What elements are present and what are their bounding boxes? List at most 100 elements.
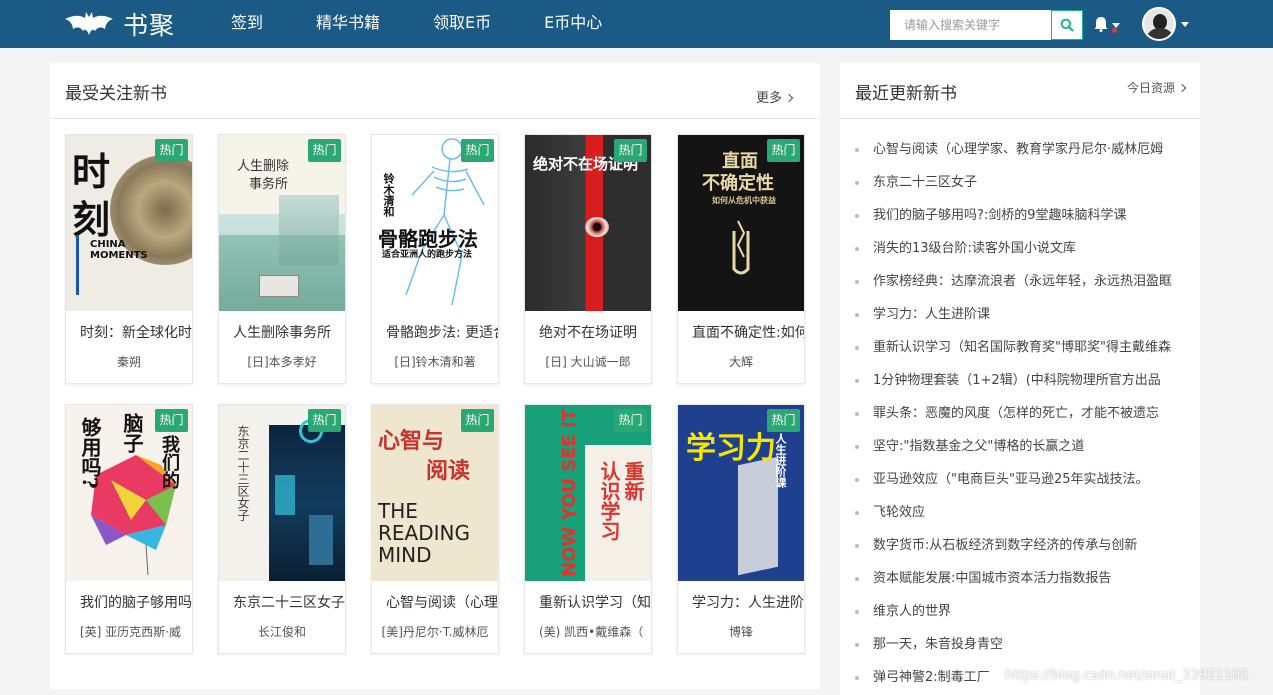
cover-text: NOW YOU SEE IT	[559, 409, 580, 577]
book-card[interactable]: 绝对不在场证明 热门 绝对不在场证明 [日] 大山诚一郎	[524, 134, 652, 384]
panel-title: 最受关注新书	[65, 84, 167, 104]
cover-text: 铃木清和	[382, 173, 395, 217]
book-card[interactable]: 够用吗? 脑子 我们的 热门 我们的脑子够用吗? [英] 亚历克西斯·威	[65, 404, 193, 654]
cover-text: THE	[378, 499, 418, 523]
watermark: https://blog.csdn.net/sinat_33921105	[1005, 668, 1249, 683]
cover-text: MIND	[378, 543, 432, 567]
hot-badge: 热门	[155, 139, 188, 162]
search-icon	[1060, 18, 1074, 32]
book-title: 人生删除事务所	[233, 325, 331, 341]
book-author: [美]丹尼尔·T.威林厄	[381, 625, 489, 639]
more-link[interactable]: 更多	[755, 87, 794, 106]
list-item[interactable]: 罪头条：恶魔的风度（怎样的死亡，才能不被遗忘	[855, 397, 1185, 430]
list-item[interactable]: 资本赋能发展:中国城市资本活力指数报告	[855, 562, 1185, 595]
top-navbar: 书聚 签到 精华书籍 领取E币 E币中心	[0, 0, 1273, 48]
book-card[interactable]: 东京二十三区女子 热门 东京二十三区女子 长江俊和	[218, 404, 346, 654]
list-item[interactable]: 作家榜经典：达摩流浪者（永远年轻，永远热泪盈眶	[855, 265, 1185, 298]
user-menu[interactable]	[1142, 7, 1189, 41]
hot-badge: 热门	[461, 409, 494, 432]
search-box	[890, 10, 1083, 40]
list-item[interactable]: 学习力：人生进阶课	[855, 298, 1185, 331]
book-title: 学习力：人生进阶课	[692, 595, 804, 611]
book-author: 博锋	[728, 625, 753, 639]
bat-logo-icon	[65, 12, 113, 35]
list-item[interactable]: 我们的脑子够用吗?:剑桥的9堂趣味脑科学课	[855, 199, 1185, 232]
cover-text: 脑子	[120, 413, 144, 453]
main-nav: 签到 精华书籍 领取E币 E币中心	[212, 0, 637, 48]
cover-text: 心智与	[378, 428, 445, 454]
list-item[interactable]: 心智与阅读（心理学家、教育学家丹尼尔·威林厄姆	[855, 133, 1185, 166]
nav-featured-books[interactable]: 精华书籍	[298, 0, 415, 48]
book-card[interactable]: 人生删除 事务所 热门 人生删除事务所 [日]本多孝好	[218, 134, 346, 384]
search-input[interactable]	[890, 10, 1051, 40]
book-card[interactable]: NOW YOU SEE IT 重新 认识学习 热门 重新认识学习（知名 (美) …	[524, 404, 652, 654]
nav-sign-in[interactable]: 签到	[212, 0, 298, 48]
cover-text: 够用吗?	[78, 417, 102, 489]
recent-books-list: 心智与阅读（心理学家、教育学家丹尼尔·威林厄姆 东京二十三区女子 我们的脑子够用…	[855, 133, 1185, 694]
hot-badge: 热门	[614, 139, 647, 162]
book-title: 重新认识学习（知名	[539, 595, 651, 611]
list-item[interactable]: 东京二十三区女子	[855, 166, 1185, 199]
list-item[interactable]: 消失的13级台阶:读客外国小说文库	[855, 232, 1185, 265]
logo[interactable]: 书聚	[63, 6, 175, 42]
cover-text: MOMENTS	[90, 250, 148, 261]
today-resources-link[interactable]: 今日资源	[1126, 79, 1187, 96]
list-item[interactable]: 那一天，朱音投身青空	[855, 628, 1185, 661]
hot-badge: 热门	[461, 139, 494, 162]
cover-text: 适合亚洲人的跑步方法	[382, 250, 473, 260]
book-author: 长江俊和	[257, 625, 306, 639]
book-card[interactable]: 直面 不确定性 如何从危机中获益 热门 直面不确定性:如何 大辉	[677, 134, 805, 384]
chevron-right-icon	[784, 93, 794, 103]
panel-header: 最近更新新书 今日资源	[840, 63, 1200, 119]
book-title: 我们的脑子够用吗?	[80, 595, 192, 611]
popular-books-panel: 最受关注新书 更多 时 刻 CHINA MOMENTS 热门 时刻：新全球化时代…	[50, 63, 820, 689]
book-card[interactable]: 心智与 阅读 THE READING MIND 热门 心智与阅读（心理学家 [美…	[371, 404, 499, 654]
chevron-down-icon	[1181, 21, 1189, 27]
book-title: 绝对不在场证明	[539, 325, 637, 341]
panel-title: 最近更新新书	[855, 84, 957, 104]
hot-badge: 热门	[767, 409, 800, 432]
logo-text: 书聚	[123, 11, 176, 40]
book-author: [英] 亚历克西斯·威	[80, 625, 181, 639]
book-author: 秦朔	[116, 355, 141, 369]
cover-text: 人生进阶课	[774, 433, 787, 488]
chevron-right-icon	[1177, 83, 1187, 93]
hot-badge: 热门	[308, 409, 341, 432]
cover-text: 认识学习	[597, 461, 621, 541]
avatar	[1142, 7, 1176, 41]
book-card[interactable]: 时 刻 CHINA MOMENTS 热门 时刻：新全球化时代 秦朔	[65, 134, 193, 384]
book-title: 心智与阅读（心理学家	[386, 595, 498, 611]
more-label: 今日资源	[1126, 81, 1175, 95]
list-item[interactable]: 维京人的世界	[855, 595, 1185, 628]
book-author: [日] 大山诚一郎	[545, 355, 631, 369]
cover-text: 事务所	[249, 177, 289, 192]
list-item[interactable]: 飞轮效应	[855, 496, 1185, 529]
book-card[interactable]: 学习力 人生进阶课 热门 学习力：人生进阶课 博锋	[677, 404, 805, 654]
list-item[interactable]: 1分钟物理套装（1+2辑）(中科院物理所官方出品	[855, 364, 1185, 397]
nav-ecoin-center[interactable]: E币中心	[526, 0, 637, 48]
hot-badge: 热门	[767, 139, 800, 162]
list-item[interactable]: 坚守:"指数基金之父"博格的长赢之道	[855, 430, 1185, 463]
recent-books-panel: 最近更新新书 今日资源 心智与阅读（心理学家、教育学家丹尼尔·威林厄姆 东京二十…	[840, 63, 1200, 695]
list-item[interactable]: 亚马逊效应（"电商巨头"亚马逊25年实战技法。	[855, 463, 1185, 496]
list-item[interactable]: 重新认识学习（知名国际教育奖"博耶奖"得主戴维森	[855, 331, 1185, 364]
nav-claim-ecoin[interactable]: 领取E币	[415, 0, 526, 48]
cover-text: 人生删除	[237, 159, 290, 174]
book-title: 骨骼跑步法: 更适合亚洲人的跑步方法	[386, 325, 498, 341]
cover-text: 学习力	[686, 431, 776, 466]
notifications-dropdown[interactable]	[1093, 14, 1123, 34]
cover-text: 东京二十三区女子	[236, 425, 250, 521]
cover-text: 阅读	[426, 458, 471, 484]
book-author: (美) 凯西•戴维森（	[539, 625, 644, 639]
book-card[interactable]: 骨骼跑步法 适合亚洲人的跑步方法 铃木清和 热门 骨骼跑步法: 更适合亚洲人的跑…	[371, 134, 499, 384]
hot-badge: 热门	[308, 139, 341, 162]
book-author: 大辉	[728, 355, 753, 369]
more-label: 更多	[755, 91, 782, 106]
cover-text: 我们的	[159, 435, 180, 489]
search-button[interactable]	[1051, 10, 1083, 40]
list-item[interactable]: 数字货币:从石板经济到数字经济的传承与创新	[855, 529, 1185, 562]
book-title: 东京二十三区女子	[233, 595, 345, 611]
book-author: [日]铃木清和著	[394, 355, 476, 369]
cover-text: READING	[378, 521, 470, 545]
book-title: 直面不确定性:如何	[692, 325, 804, 341]
